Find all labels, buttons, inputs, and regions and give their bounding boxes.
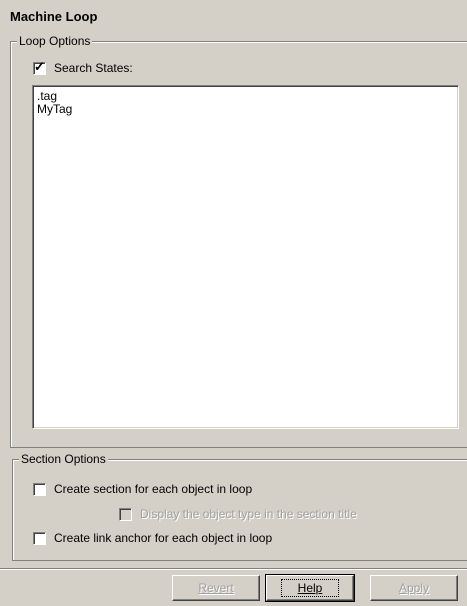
create-section-label: Create section for each object in loop bbox=[54, 482, 253, 496]
check-icon: ✓ bbox=[34, 58, 45, 74]
section-options-legend: Section Options bbox=[19, 452, 108, 466]
create-section-checkbox-row[interactable]: Create section for each object in loop bbox=[33, 482, 252, 496]
help-button-label: Help bbox=[297, 581, 323, 595]
search-states-label: Search States: bbox=[54, 61, 133, 75]
loop-options-legend: Loop Options bbox=[17, 34, 93, 48]
page-title: Machine Loop bbox=[10, 9, 98, 24]
bottom-separator bbox=[0, 568, 467, 570]
search-states-checkbox[interactable]: ✓ bbox=[33, 58, 46, 75]
search-states-list[interactable]: .tag MyTag bbox=[32, 85, 459, 429]
apply-button[interactable]: Apply bbox=[370, 575, 458, 601]
search-states-checkbox-row[interactable]: ✓ Search States: bbox=[33, 58, 133, 75]
revert-button-label: Revert bbox=[198, 581, 234, 595]
revert-button[interactable]: Revert bbox=[172, 575, 260, 601]
display-object-type-label: Display the object type in the section t… bbox=[140, 507, 357, 521]
create-link-anchor-checkbox-row[interactable]: Create link anchor for each object in lo… bbox=[33, 531, 272, 545]
create-link-anchor-label: Create link anchor for each object in lo… bbox=[54, 531, 273, 545]
create-link-anchor-checkbox[interactable] bbox=[33, 531, 46, 545]
display-object-type-checkbox[interactable] bbox=[119, 507, 132, 521]
display-object-type-checkbox-row[interactable]: Display the object type in the section t… bbox=[119, 507, 357, 521]
help-button[interactable]: Help bbox=[265, 574, 355, 602]
list-item[interactable]: MyTag bbox=[37, 103, 72, 116]
help-focus-rect: Help bbox=[280, 579, 340, 597]
create-section-checkbox[interactable] bbox=[33, 482, 46, 496]
apply-button-label: Apply bbox=[398, 581, 430, 595]
